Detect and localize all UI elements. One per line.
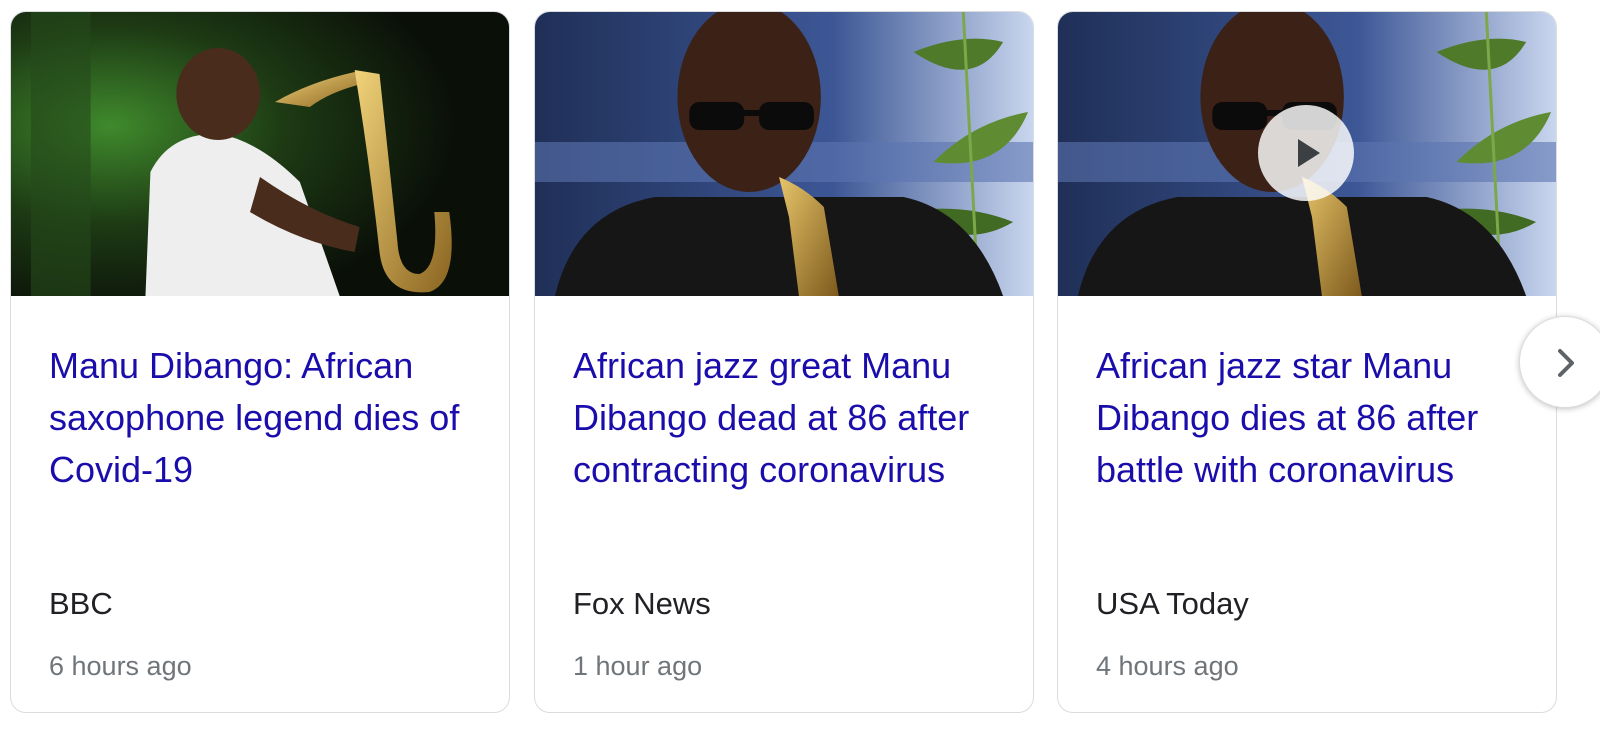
carousel-next-button[interactable] <box>1519 316 1600 408</box>
news-headline-link[interactable]: African jazz star Manu Dibango dies at 8… <box>1096 340 1526 496</box>
news-video-thumbnail[interactable] <box>1058 12 1556 296</box>
video-play-button[interactable] <box>1258 105 1354 201</box>
news-card-body: African jazz star Manu Dibango dies at 8… <box>1058 296 1556 712</box>
news-card[interactable]: African jazz great Manu Dibango dead at … <box>534 11 1034 713</box>
news-card[interactable]: Manu Dibango: African saxophone legend d… <box>10 11 510 713</box>
news-thumbnail-saxophonist-stage[interactable] <box>11 12 509 296</box>
play-icon <box>1298 139 1320 167</box>
saxophonist-sunglasses-image <box>535 12 1033 296</box>
news-headline-link[interactable]: African jazz great Manu Dibango dead at … <box>573 340 1003 496</box>
news-timestamp: 1 hour ago <box>573 651 703 681</box>
news-source: USA Today <box>1096 586 1249 621</box>
news-timestamp: 6 hours ago <box>49 651 192 681</box>
chevron-right-icon <box>1558 349 1574 377</box>
news-thumbnail-saxophonist-sunglasses[interactable] <box>535 12 1033 296</box>
news-card-body: Manu Dibango: African saxophone legend d… <box>11 296 509 712</box>
news-timestamp: 4 hours ago <box>1096 651 1239 681</box>
news-card-body: African jazz great Manu Dibango dead at … <box>535 296 1033 712</box>
news-card[interactable]: African jazz star Manu Dibango dies at 8… <box>1057 11 1557 713</box>
news-headline-link[interactable]: Manu Dibango: African saxophone legend d… <box>49 340 479 496</box>
top-stories-carousel: Manu Dibango: African saxophone legend d… <box>0 0 1600 740</box>
news-source: Fox News <box>573 586 711 621</box>
saxophonist-stage-image <box>11 12 509 296</box>
news-source: BBC <box>49 586 113 621</box>
